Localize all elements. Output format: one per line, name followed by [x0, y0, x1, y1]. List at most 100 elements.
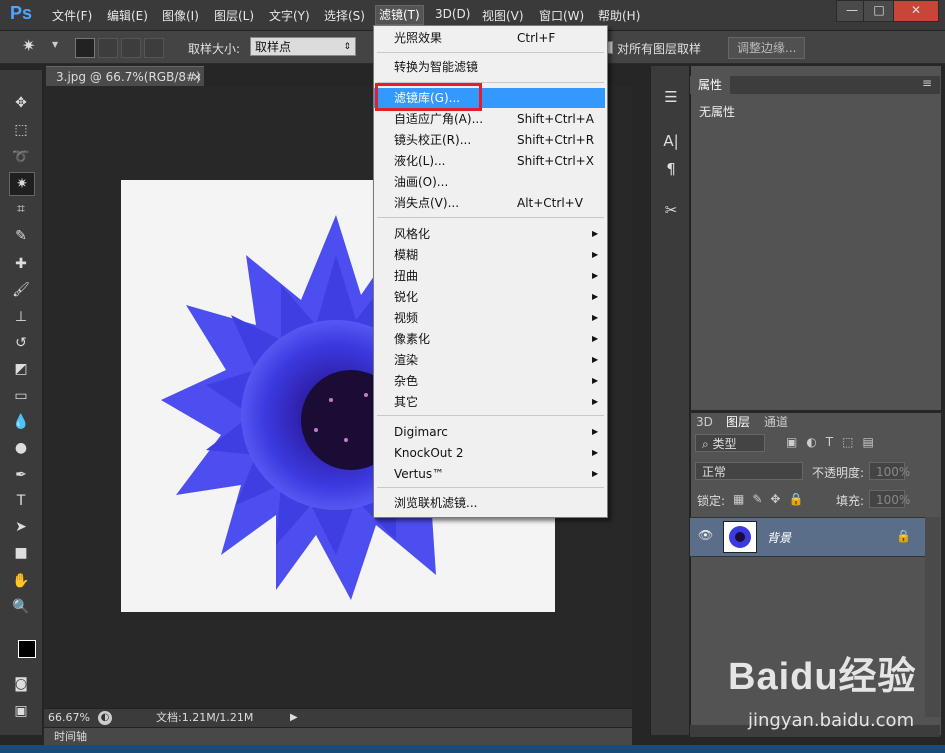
menu-3d[interactable]: 3D(D): [435, 7, 470, 21]
clone-stamp-tool-icon[interactable]: ⊥: [9, 306, 33, 328]
menu-item-oil-paint[interactable]: 油画(O)...: [374, 172, 605, 192]
submenu-arrow-icon: ▶: [592, 376, 599, 385]
opacity-input[interactable]: 100%: [869, 462, 910, 480]
eyedropper-tool-icon[interactable]: ✎: [9, 225, 33, 247]
sample-all-layers-label: 对所有图层取样: [617, 42, 702, 56]
menu-view[interactable]: 视图(V): [482, 7, 524, 24]
share-icon[interactable]: ◐: [98, 711, 112, 725]
menu-filter[interactable]: 滤镜(T): [375, 5, 424, 25]
tab-properties[interactable]: 属性: [690, 76, 731, 94]
panel-icon-strip: ☰ A| ¶ ✂: [650, 66, 690, 735]
close-tab-icon[interactable]: ×: [192, 67, 202, 87]
menu-item-adaptive-wide-angle[interactable]: 自适应广角(A)... Shift+Ctrl+A: [374, 109, 605, 129]
crop-tool-icon[interactable]: ⌗: [9, 198, 33, 220]
intersect-selection-button[interactable]: [144, 38, 164, 58]
history-panel-icon[interactable]: ☰: [660, 86, 682, 108]
layer-name[interactable]: 背景: [767, 529, 791, 546]
subtract-selection-button[interactable]: [121, 38, 141, 58]
timeline-label: 时间轴: [54, 730, 87, 743]
tab-layers[interactable]: 图层: [720, 413, 757, 431]
timeline-panel[interactable]: 时间轴: [44, 727, 632, 746]
layer-filter-select[interactable]: ⌕ 类型: [695, 434, 765, 452]
menu-edit[interactable]: 编辑(E): [107, 7, 148, 24]
pen-tool-icon[interactable]: ✒: [9, 464, 33, 486]
menu-image[interactable]: 图像(I): [162, 7, 199, 24]
hand-tool-icon[interactable]: ✋: [9, 570, 33, 592]
menu-separator: [377, 415, 604, 416]
menu-item-lighting-effects[interactable]: 光照效果 Ctrl+F: [374, 28, 605, 48]
move-tool-icon[interactable]: ✥: [9, 92, 33, 114]
no-properties-label: 无属性: [699, 105, 736, 119]
menu-item-distort[interactable]: 扭曲 ▶: [374, 266, 605, 286]
status-menu-arrow-icon[interactable]: ▶: [290, 709, 298, 727]
menu-item-knockout[interactable]: KnockOut 2 ▶: [374, 443, 605, 463]
menu-item-browse-online-filters[interactable]: 浏览联机滤镜...: [374, 493, 605, 513]
layer-filter-icons[interactable]: ▣◐T⬚▤: [786, 435, 883, 449]
fill-input[interactable]: 100%: [869, 490, 910, 508]
tab-3d[interactable]: 3D: [690, 413, 719, 431]
rectangle-tool-icon[interactable]: ■: [9, 542, 33, 564]
menu-file[interactable]: 文件(F): [52, 7, 92, 24]
menu-window[interactable]: 窗口(W): [539, 7, 584, 24]
quick-mask-icon[interactable]: ◙: [9, 673, 33, 695]
tool-presets-icon[interactable]: ✂: [660, 199, 682, 221]
menu-item-liquify[interactable]: 液化(L)... Shift+Ctrl+X: [374, 151, 605, 171]
zoom-tool-icon[interactable]: 🔍: [9, 596, 33, 618]
magic-wand-icon[interactable]: ✷: [22, 36, 35, 55]
lasso-tool-icon[interactable]: ➰: [9, 146, 33, 168]
marquee-tool-icon[interactable]: ⬚: [9, 119, 33, 141]
tab-channels[interactable]: 通道: [758, 413, 794, 431]
character-panel-icon[interactable]: A|: [660, 130, 682, 152]
menu-item-convert-smart-filters[interactable]: 转换为智能滤镜: [374, 57, 605, 77]
blur-tool-icon[interactable]: 💧: [9, 411, 33, 433]
menu-item-pixelate[interactable]: 像素化 ▶: [374, 329, 605, 349]
menu-select[interactable]: 选择(S): [324, 7, 365, 24]
layer-thumbnail: [723, 521, 757, 553]
zoom-level[interactable]: 66.67%: [48, 709, 90, 727]
menu-item-lens-correction[interactable]: 镜头校正(R)... Shift+Ctrl+R: [374, 130, 605, 150]
dodge-tool-icon[interactable]: ●: [9, 437, 33, 459]
magic-wand-tool-icon[interactable]: ✷: [9, 172, 35, 196]
new-selection-button[interactable]: [75, 38, 95, 58]
history-brush-tool-icon[interactable]: ↺: [9, 332, 33, 354]
layer-row[interactable]: 👁 背景 🔒: [690, 517, 925, 557]
menu-item-noise[interactable]: 杂色 ▶: [374, 371, 605, 391]
submenu-arrow-icon: ▶: [592, 469, 599, 478]
menu-item-stylize[interactable]: 风格化 ▶: [374, 224, 605, 244]
menu-item-vanishing-point[interactable]: 消失点(V)... Alt+Ctrl+V: [374, 193, 605, 213]
menu-item-sharpen[interactable]: 锐化 ▶: [374, 287, 605, 307]
layers-scrollbar[interactable]: [925, 517, 940, 717]
lock-icons[interactable]: ▦✎✥🔒: [733, 492, 811, 506]
add-selection-button[interactable]: [98, 38, 118, 58]
close-button[interactable]: ✕: [893, 0, 939, 22]
maximize-button[interactable]: □: [863, 0, 895, 22]
menu-separator: [377, 217, 604, 218]
document-tab[interactable]: 3.jpg @ 66.7%(RGB/8#) ×: [46, 66, 204, 86]
chevron-down-icon[interactable]: ▼: [52, 40, 58, 49]
menu-item-video[interactable]: 视频 ▶: [374, 308, 605, 328]
menu-type[interactable]: 文字(Y): [269, 7, 310, 24]
menu-layer[interactable]: 图层(L): [214, 7, 254, 24]
menu-item-digimarc[interactable]: Digimarc ▶: [374, 422, 605, 442]
menu-help[interactable]: 帮助(H): [598, 7, 640, 24]
sample-size-select[interactable]: 取样点 ⇕: [250, 37, 356, 56]
brush-tool-icon[interactable]: 🖌: [9, 279, 33, 301]
panel-menu-icon[interactable]: ≡: [922, 76, 932, 90]
refine-edge-button[interactable]: 调整边缘...: [728, 37, 806, 59]
submenu-arrow-icon: ▶: [592, 334, 599, 343]
gradient-tool-icon[interactable]: ▭: [9, 385, 33, 407]
visibility-eye-icon[interactable]: 👁: [698, 528, 713, 542]
menu-item-other[interactable]: 其它 ▶: [374, 392, 605, 412]
screen-mode-icon[interactable]: ▣: [9, 700, 33, 722]
eraser-tool-icon[interactable]: ◩: [9, 358, 33, 380]
healing-brush-tool-icon[interactable]: ✚: [9, 253, 33, 275]
submenu-arrow-icon: ▶: [592, 292, 599, 301]
paragraph-panel-icon[interactable]: ¶: [660, 158, 682, 180]
blend-mode-select[interactable]: 正常: [695, 462, 803, 480]
menu-item-render[interactable]: 渲染 ▶: [374, 350, 605, 370]
menu-item-vertus[interactable]: Vertus™ ▶: [374, 464, 605, 484]
path-selection-tool-icon[interactable]: ➤: [9, 516, 33, 538]
foreground-color-swatch[interactable]: [18, 640, 36, 658]
menu-item-blur[interactable]: 模糊 ▶: [374, 245, 605, 265]
type-tool-icon[interactable]: T: [9, 490, 33, 512]
